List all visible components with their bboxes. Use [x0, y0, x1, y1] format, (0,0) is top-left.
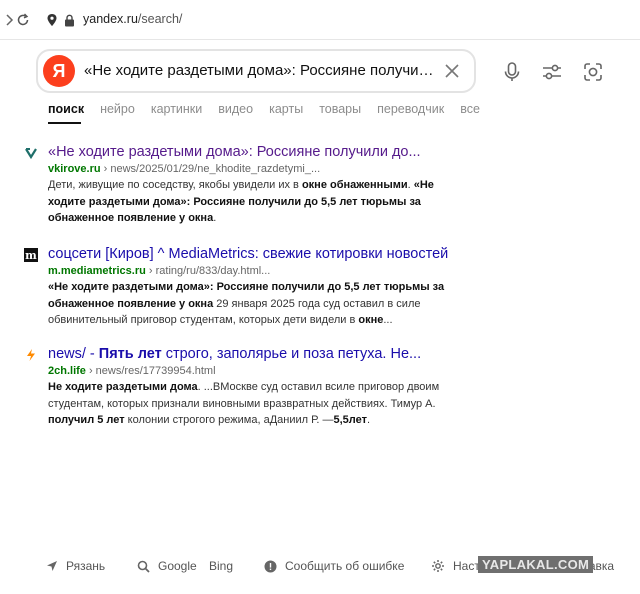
search-icon: [137, 560, 150, 573]
result-snippet: Дети, живущие по соседству, якобы увидел…: [48, 179, 434, 224]
warning-icon: [264, 560, 277, 572]
footer-city: Рязань: [66, 559, 106, 573]
footer-region[interactable]: Рязань: [46, 559, 105, 573]
result-snippet: «Не ходите раздетыми дома»: Россияне пол…: [48, 281, 445, 326]
address-bar[interactable]: yandex.ru/search/: [83, 12, 182, 26]
search-result: news/ - Пять лет строго, заполярье и поз…: [24, 346, 624, 426]
tab-video[interactable]: видео: [218, 102, 253, 116]
tab-products[interactable]: товары: [319, 102, 361, 116]
result-path: › rating/ru/833/day.html...: [145, 265, 271, 277]
result-url[interactable]: vkirove.ru › news/2025/01/29/ne_khodite_…: [48, 163, 320, 175]
gear-icon: [432, 560, 444, 572]
camera-search-icon[interactable]: [581, 60, 605, 84]
result-url[interactable]: 2ch.life › news/res/17739954.html: [48, 365, 216, 377]
url-path: /search/: [137, 12, 183, 26]
footer-bing[interactable]: Bing: [209, 559, 233, 573]
result-title-link[interactable]: «Не ходите раздетыми дома»: Россияне пол…: [48, 144, 468, 160]
footer-report-error[interactable]: Сообщить об ошибке: [264, 559, 404, 573]
lock-icon[interactable]: [60, 11, 78, 29]
result-url[interactable]: m.mediametrics.ru › rating/ru/833/day.ht…: [48, 265, 270, 277]
reload-icon[interactable]: [14, 11, 32, 29]
svg-text:m: m: [25, 249, 37, 262]
search-tabs: поиск нейро картинки видео карты товары …: [48, 102, 496, 116]
footer-google-label: Google: [158, 559, 197, 573]
clear-search-icon[interactable]: [442, 61, 462, 81]
footer-bing-label: Bing: [209, 559, 234, 573]
microphone-icon[interactable]: [500, 60, 524, 84]
result-domain: 2ch.life: [48, 365, 86, 377]
search-input[interactable]: «Не ходите раздетыми дома»: Россияне пол…: [84, 62, 434, 79]
result-domain: vkirove.ru: [48, 163, 101, 175]
mediametrics-favicon-icon: m: [24, 248, 38, 262]
footer-google[interactable]: Google: [137, 559, 197, 573]
footer-report-label: Сообщить об ошибке: [285, 559, 405, 573]
location-pin-icon[interactable]: [43, 11, 61, 29]
tab-neuro[interactable]: нейро: [100, 102, 135, 116]
search-result: m соцсети [Киров] ^ MediaMetrics: свежие…: [24, 246, 624, 326]
tab-images[interactable]: картинки: [151, 102, 202, 116]
search-box[interactable]: Я «Не ходите раздетыми дома»: Россияне п…: [36, 49, 476, 93]
result-snippet: Не ходите раздетыми дома. ...ВМоскве суд…: [48, 381, 440, 426]
result-path: › news/res/17739954.html: [85, 365, 216, 377]
tab-search[interactable]: поиск: [48, 102, 84, 116]
result-title-link[interactable]: соцсети [Киров] ^ MediaMetrics: свежие к…: [48, 246, 478, 262]
tab-all[interactable]: все: [460, 102, 480, 116]
yandex-logo[interactable]: Я: [43, 55, 75, 87]
result-domain: m.mediametrics.ru: [48, 265, 146, 277]
browser-toolbar: yandex.ru/search/: [0, 0, 640, 40]
watermark: YAPLAKAL.COM: [478, 556, 594, 573]
active-tab-indicator: [48, 122, 81, 124]
lightning-favicon-icon: [24, 348, 38, 362]
result-path: › news/2025/01/29/ne_khodite_razdetymi_.…: [100, 163, 321, 175]
vkirove-favicon-icon: [24, 146, 38, 160]
tab-translator[interactable]: переводчик: [377, 102, 444, 116]
result-title-link[interactable]: news/ - Пять лет строго, заполярье и поз…: [48, 346, 468, 362]
tab-maps[interactable]: карты: [269, 102, 303, 116]
url-host: yandex.ru: [83, 12, 138, 26]
search-result: «Не ходите раздетыми дома»: Россияне пол…: [24, 144, 624, 224]
location-arrow-icon: [47, 561, 57, 571]
filters-icon[interactable]: [540, 60, 564, 84]
